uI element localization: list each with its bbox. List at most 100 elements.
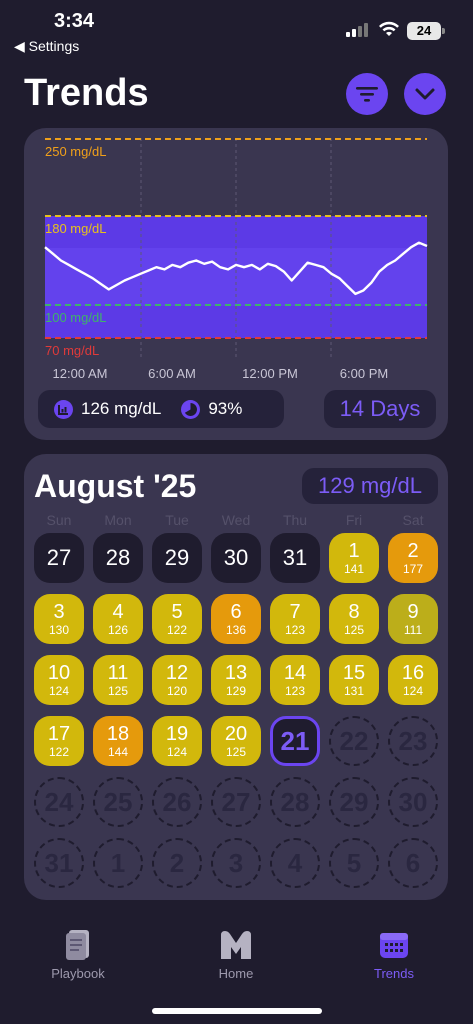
day-number: 6 [230,601,242,623]
calendar-day[interactable]: 19 124 [152,716,202,766]
calendar-day[interactable]: 17 122 [34,716,84,766]
day-average-value: 136 [225,623,247,637]
calendar-day: 30 [388,777,438,827]
calendar-day[interactable]: 29 [152,533,202,583]
day-number: 27 [46,545,72,570]
day-average-value: 120 [166,684,188,698]
m-logo-icon [221,931,251,959]
day-number: 19 [165,723,189,745]
calendar-day[interactable]: 8 125 [329,594,379,644]
day-average-value: 124 [48,684,70,698]
day-average-value: 122 [48,745,70,759]
weekday-label: Mon [104,512,132,528]
weekday-label: Tue [165,512,189,528]
calendar-day[interactable]: 5 122 [152,594,202,644]
day-number: 5 [171,601,183,623]
calendar-day: 31 [34,838,84,888]
calendar-day: 29 [329,777,379,827]
day-number: 25 [103,787,133,817]
weekday-label: Thu [282,512,308,528]
day-average-value: 131 [343,684,365,698]
day-average-value: 123 [284,684,306,698]
day-average-value: 125 [225,745,247,759]
home-indicator [152,1008,322,1014]
day-average-value: 125 [343,623,365,637]
calendar-day: 3 [211,838,261,888]
battery-indicator: 24 [407,22,441,40]
day-number: 15 [342,662,366,684]
calendar-day[interactable]: 27 [34,533,84,583]
calendar-day[interactable]: 7 123 [270,594,320,644]
tab-trends[interactable]: Trends [344,928,444,981]
day-number: 5 [346,848,362,878]
weekday-label: Sun [46,512,72,528]
back-to-settings-link[interactable]: ◀ Settings [14,38,79,55]
filter-button[interactable] [346,73,388,115]
calendar-day: 25 [93,777,143,827]
day-number: 1 [110,848,126,878]
calendar-icon [380,933,408,958]
day-number: 11 [107,662,129,684]
day-number: 24 [44,787,74,817]
day-average-value: 144 [107,745,129,759]
weekday-label: Fri [345,512,363,528]
tab-playbook[interactable]: Playbook [28,928,128,981]
calendar-day[interactable]: 18 144 [93,716,143,766]
day-number: 4 [287,848,303,878]
collapse-button[interactable] [404,73,446,115]
threshold-label: 70 mg/dL [45,343,99,358]
threshold-label: 100 mg/dL [45,310,106,325]
day-number: 7 [289,601,301,623]
calendar-day[interactable]: 6 136 [211,594,261,644]
weekday-label: Wed [221,512,251,528]
tab-home[interactable]: Home [186,928,286,981]
monthly-average-badge: 129 mg/dL [302,468,438,504]
calendar-day[interactable]: 3 130 [34,594,84,644]
calendar-day[interactable]: 31 [270,533,320,583]
calendar-month-title: August '25 [34,468,197,504]
threshold-label: 180 mg/dL [45,221,106,236]
day-number: 31 [282,545,308,570]
calendar-day[interactable]: 1 141 [329,533,379,583]
day-number: 29 [164,545,190,570]
calendar-day[interactable]: 9 111 [388,594,438,644]
calendar-day: 22 [329,716,379,766]
calendar-day: 27 [211,777,261,827]
calendar-day-today[interactable]: 21 [270,716,320,766]
day-number: 16 [401,662,425,684]
day-average-value: 141 [343,562,365,576]
day-number: 8 [348,601,360,623]
day-number: 3 [228,848,244,878]
calendar-day: 28 [270,777,320,827]
calendar-day[interactable]: 12 120 [152,655,202,705]
day-number: 18 [106,723,130,745]
day-average-value: 177 [402,562,424,576]
calendar-day[interactable]: 14 123 [270,655,320,705]
calendar-day[interactable]: 15 131 [329,655,379,705]
day-average-value: 129 [225,684,247,698]
calendar-day[interactable]: 20 125 [211,716,261,766]
glucose-trend-card: 250 mg/dL 180 mg/dL 100 mg/dL 70 mg/dL 12:0… [24,128,448,440]
calendar-day[interactable]: 2 177 [388,533,438,583]
day-average-value: 124 [166,745,188,759]
day-number: 10 [47,662,71,684]
cellular-signal-icon [346,23,368,37]
calendar-day[interactable]: 28 [93,533,143,583]
day-number: 23 [398,726,428,756]
calendar-day[interactable]: 10 124 [34,655,84,705]
day-number: 29 [339,787,369,817]
period-selector-button[interactable]: 14 Days [324,390,436,428]
day-number: 3 [53,601,65,623]
calendar-day[interactable]: 11 125 [93,655,143,705]
calendar-day[interactable]: 13 129 [211,655,261,705]
x-axis-tick-label: 12:00 AM [53,366,108,381]
calendar-day[interactable]: 4 126 [93,594,143,644]
calendar-day: 2 [152,838,202,888]
calendar-day[interactable]: 30 [211,533,261,583]
calendar-day[interactable]: 16 124 [388,655,438,705]
status-time: 3:34 [54,10,95,32]
day-number: 31 [44,848,74,878]
calendar-day: 26 [152,777,202,827]
glucose-trend-chart: 250 mg/dL 180 mg/dL 100 mg/dL 70 mg/dL 12:0… [44,138,428,381]
book-icon [66,930,89,960]
